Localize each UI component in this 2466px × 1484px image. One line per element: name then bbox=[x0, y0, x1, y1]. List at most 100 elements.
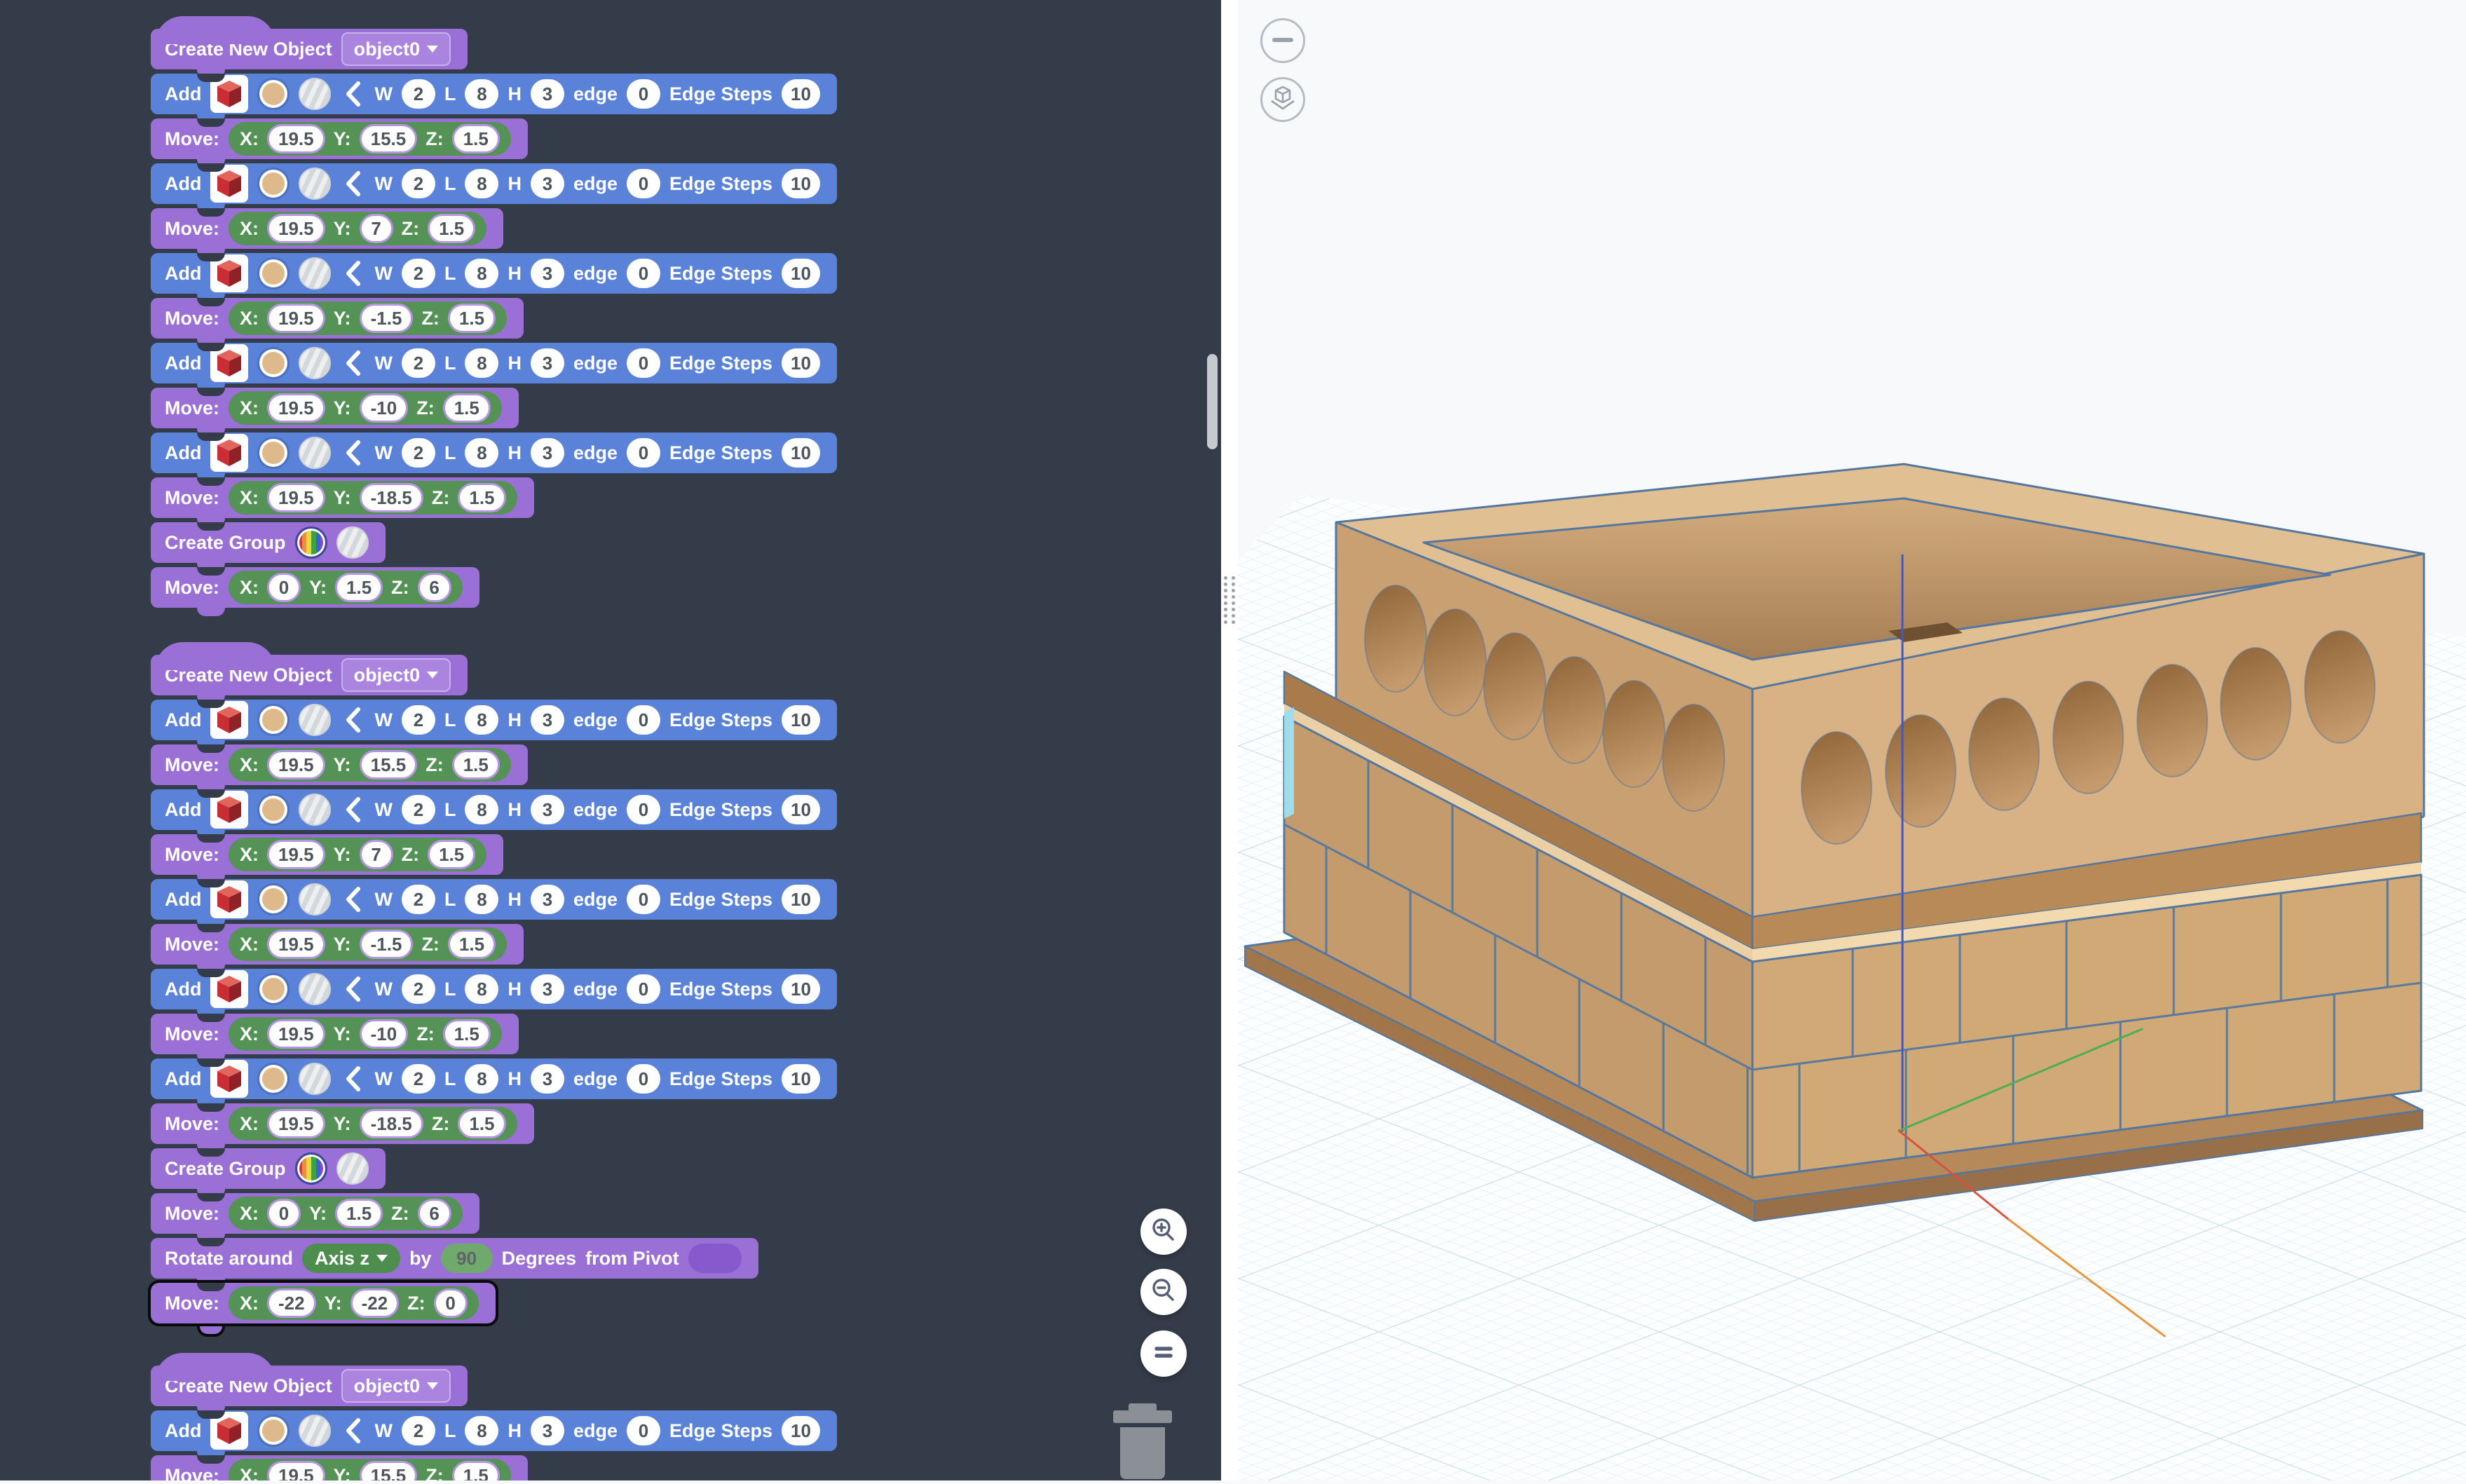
coord-input[interactable]: 1.5 bbox=[443, 1019, 491, 1049]
coord-input[interactable]: 1.5 bbox=[458, 483, 505, 512]
pivot-toggle[interactable] bbox=[688, 1244, 742, 1273]
coord-input[interactable]: 19.5 bbox=[267, 393, 325, 423]
param-input[interactable]: 3 bbox=[531, 885, 564, 914]
add-shape-block[interactable]: AddW2L8H3edge0Edge Steps10 bbox=[151, 343, 837, 383]
chevron-left-icon[interactable] bbox=[344, 1065, 361, 1093]
coord-input[interactable]: 1.5 bbox=[448, 304, 496, 333]
color-swatch[interactable] bbox=[257, 794, 289, 826]
param-input[interactable]: 10 bbox=[782, 795, 820, 824]
coord-input[interactable]: 1.5 bbox=[458, 1109, 505, 1138]
add-shape-block[interactable]: AddW2L8H3edge0Edge Steps10 bbox=[151, 163, 837, 204]
red-box-icon[interactable] bbox=[210, 1412, 248, 1450]
rainbow-color-swatch[interactable] bbox=[295, 526, 327, 559]
coord-input[interactable]: 1.5 bbox=[443, 393, 491, 423]
zoom-out-button[interactable] bbox=[1140, 1269, 1187, 1315]
color-swatch[interactable] bbox=[257, 78, 289, 110]
coord-input[interactable]: 1.5 bbox=[335, 1199, 383, 1228]
color-swatch[interactable] bbox=[257, 437, 289, 469]
param-input[interactable]: 0 bbox=[627, 259, 660, 288]
coord-input[interactable]: 0 bbox=[267, 573, 301, 602]
param-input[interactable]: 8 bbox=[465, 438, 498, 468]
chevron-left-icon[interactable] bbox=[344, 170, 361, 198]
coord-input[interactable]: 19.5 bbox=[267, 930, 325, 959]
param-input[interactable]: 2 bbox=[402, 1064, 435, 1094]
material-swatch[interactable] bbox=[299, 257, 331, 290]
chevron-left-icon[interactable] bbox=[344, 349, 361, 377]
param-input[interactable]: 10 bbox=[782, 438, 820, 468]
coord-input[interactable]: -22 bbox=[267, 1288, 316, 1318]
zoom-fit-button[interactable] bbox=[1140, 1330, 1187, 1377]
chevron-left-icon[interactable] bbox=[344, 259, 361, 287]
coord-input[interactable]: 19.5 bbox=[267, 1109, 325, 1138]
add-shape-block[interactable]: AddW2L8H3edge0Edge Steps10 bbox=[151, 789, 837, 830]
material-swatch[interactable] bbox=[299, 973, 331, 1005]
param-input[interactable]: 2 bbox=[402, 259, 435, 288]
divider-drag-handle[interactable] bbox=[1224, 576, 1235, 624]
coord-input[interactable]: 15.5 bbox=[360, 1461, 418, 1480]
coord-input[interactable]: 19.5 bbox=[267, 483, 325, 512]
param-input[interactable]: 8 bbox=[465, 1416, 498, 1445]
param-input[interactable]: 8 bbox=[465, 348, 498, 378]
material-swatch[interactable] bbox=[336, 1152, 369, 1185]
coord-input[interactable]: 19.5 bbox=[267, 1019, 325, 1049]
add-shape-block[interactable]: AddW2L8H3edge0Edge Steps10 bbox=[151, 969, 837, 1009]
chevron-left-icon[interactable] bbox=[344, 975, 361, 1003]
material-swatch[interactable] bbox=[336, 526, 369, 559]
home-view-button[interactable] bbox=[1260, 77, 1305, 122]
param-input[interactable]: 0 bbox=[627, 348, 660, 378]
red-box-icon[interactable] bbox=[210, 434, 248, 472]
move-block[interactable]: Move:X:19.5Y:7Z:1.5 bbox=[151, 208, 503, 249]
add-shape-block[interactable]: AddW2L8H3edge0Edge Steps10 bbox=[151, 253, 837, 294]
move-block[interactable]: Move:X:19.5Y:-18.5Z:1.5 bbox=[151, 1103, 534, 1144]
viewport-collapse-button[interactable] bbox=[1260, 18, 1305, 63]
add-shape-block[interactable]: AddW2L8H3edge0Edge Steps10 bbox=[151, 1410, 837, 1451]
material-swatch[interactable] bbox=[299, 437, 331, 469]
param-input[interactable]: 10 bbox=[782, 705, 820, 735]
param-input[interactable]: 2 bbox=[402, 795, 435, 824]
add-shape-block[interactable]: AddW2L8H3edge0Edge Steps10 bbox=[151, 1058, 837, 1099]
red-box-icon[interactable] bbox=[210, 75, 248, 113]
red-box-icon[interactable] bbox=[210, 791, 248, 829]
create-new-object-block[interactable]: Create New Objectobject0 bbox=[151, 29, 468, 69]
trash-delete-button[interactable] bbox=[1110, 1402, 1175, 1484]
red-box-icon[interactable] bbox=[210, 1060, 248, 1098]
color-swatch[interactable] bbox=[257, 883, 289, 915]
coord-input[interactable]: -18.5 bbox=[360, 483, 423, 512]
param-input[interactable]: 10 bbox=[782, 169, 820, 198]
move-block[interactable]: Move:X:0Y:1.5Z:6 bbox=[151, 1193, 479, 1234]
coord-input[interactable]: 15.5 bbox=[360, 750, 418, 780]
create-group-block[interactable]: Create Group bbox=[151, 522, 386, 563]
param-input[interactable]: 0 bbox=[627, 1064, 660, 1094]
object-dropdown[interactable]: object0 bbox=[341, 32, 451, 66]
add-shape-block[interactable]: AddW2L8H3edge0Edge Steps10 bbox=[151, 74, 837, 114]
move-block[interactable]: Move:X:19.5Y:-1.5Z:1.5 bbox=[151, 298, 524, 339]
param-input[interactable]: 3 bbox=[531, 1064, 564, 1094]
object-dropdown[interactable]: object0 bbox=[341, 658, 451, 692]
param-input[interactable]: 2 bbox=[402, 1416, 435, 1445]
param-input[interactable]: 10 bbox=[782, 974, 820, 1004]
chevron-left-icon[interactable] bbox=[344, 1417, 361, 1445]
param-input[interactable]: 3 bbox=[531, 705, 564, 735]
chevron-left-icon[interactable] bbox=[344, 80, 361, 108]
move-block[interactable]: Move:X:19.5Y:15.5Z:1.5 bbox=[151, 744, 528, 785]
color-swatch[interactable] bbox=[257, 1063, 289, 1095]
param-input[interactable]: 3 bbox=[531, 1416, 564, 1445]
param-input[interactable]: 0 bbox=[627, 169, 660, 198]
coord-input[interactable]: -1.5 bbox=[360, 930, 414, 959]
param-input[interactable]: 3 bbox=[531, 974, 564, 1004]
coord-input[interactable]: 15.5 bbox=[360, 124, 418, 154]
coord-input[interactable]: -1.5 bbox=[360, 304, 414, 333]
coord-input[interactable]: 19.5 bbox=[267, 214, 325, 243]
red-box-icon[interactable] bbox=[210, 880, 248, 918]
coord-input[interactable]: 1.5 bbox=[335, 573, 383, 602]
coord-input[interactable]: 19.5 bbox=[267, 304, 325, 333]
param-input[interactable]: 2 bbox=[402, 169, 435, 198]
axis-dropdown[interactable]: Axis z bbox=[302, 1244, 400, 1273]
coord-input[interactable]: 1.5 bbox=[428, 840, 475, 869]
param-input[interactable]: 8 bbox=[465, 974, 498, 1004]
param-input[interactable]: 8 bbox=[465, 705, 498, 735]
color-swatch[interactable] bbox=[257, 704, 289, 736]
material-swatch[interactable] bbox=[299, 78, 331, 110]
param-input[interactable]: 3 bbox=[531, 79, 564, 109]
move-block[interactable]: Move:X:-22Y:-22Z:0 bbox=[151, 1283, 496, 1323]
